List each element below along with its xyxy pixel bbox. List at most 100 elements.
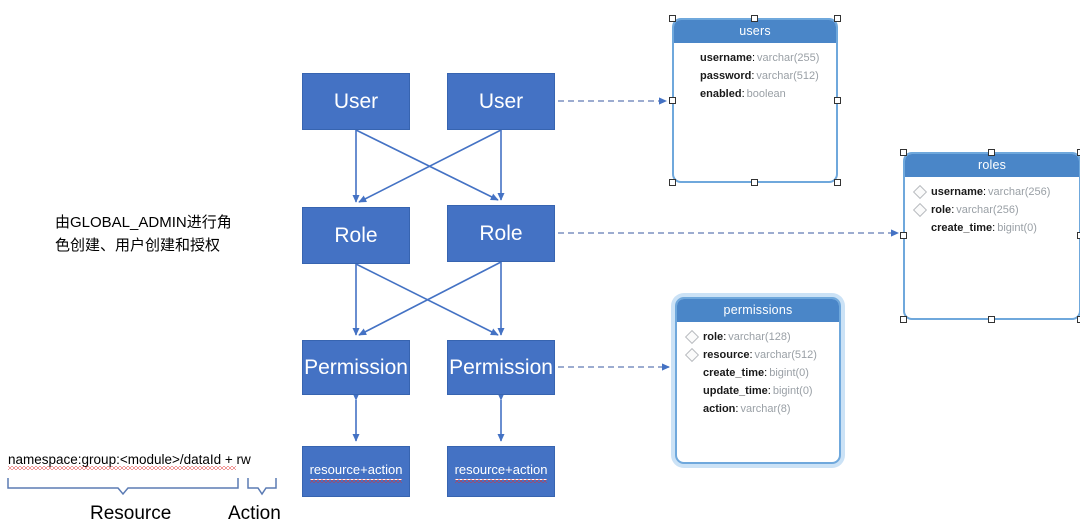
selection-handle-nw[interactable] bbox=[669, 15, 676, 22]
index-key-icon bbox=[913, 221, 927, 235]
selection-handle-e[interactable] bbox=[834, 97, 841, 104]
resource-pattern-value: namespace:group:<module>/dataId + rw bbox=[8, 452, 251, 467]
column-separator: : bbox=[982, 186, 987, 198]
db-column-row: action : varchar(8) bbox=[677, 400, 839, 418]
db-table-users[interactable]: users username : varchar(255) password :… bbox=[672, 18, 838, 183]
db-table-permissions[interactable]: permissions role : varchar(128) resource… bbox=[675, 297, 841, 464]
selection-handle-n[interactable] bbox=[751, 15, 758, 22]
column-separator: : bbox=[767, 385, 771, 397]
column-type: varchar(8) bbox=[740, 403, 791, 415]
action-brace-label: Action bbox=[228, 503, 281, 524]
column-name: resource bbox=[703, 349, 750, 361]
flow-box-label: resource+action bbox=[454, 463, 548, 483]
resource-brace-label: Resource bbox=[90, 503, 172, 524]
column-name: create_time bbox=[931, 222, 993, 234]
index-key-icon bbox=[682, 69, 696, 83]
column-separator: : bbox=[741, 88, 745, 100]
flow-box-label: Permission bbox=[449, 355, 553, 379]
selection-handle-ne[interactable] bbox=[834, 15, 841, 22]
index-key-icon bbox=[684, 347, 700, 363]
column-separator: : bbox=[723, 331, 727, 343]
selection-handle-w[interactable] bbox=[900, 232, 907, 239]
column-separator: : bbox=[992, 222, 996, 234]
selection-handle-n[interactable] bbox=[988, 149, 995, 156]
column-separator: : bbox=[735, 403, 739, 415]
column-type: varchar(512) bbox=[756, 70, 819, 82]
flow-box-resource-action-right[interactable]: resource+action bbox=[447, 446, 555, 497]
column-name: username bbox=[700, 52, 752, 64]
db-column-row: role : varchar(128) bbox=[677, 328, 839, 346]
db-column-row: enabled : boolean bbox=[674, 85, 836, 103]
diagram-canvas: User User Role Role Permission Permissio… bbox=[0, 0, 1080, 531]
column-type: varchar(512) bbox=[754, 349, 817, 361]
selection-handle-se[interactable] bbox=[834, 179, 841, 186]
column-name: action bbox=[703, 403, 736, 415]
column-name: update_time bbox=[703, 385, 768, 397]
flow-box-label: User bbox=[333, 89, 379, 113]
flow-box-label: Permission bbox=[304, 355, 408, 379]
column-type: varchar(255) bbox=[757, 52, 820, 64]
flow-box-role-right[interactable]: Role bbox=[447, 205, 555, 262]
column-separator: : bbox=[764, 367, 768, 379]
db-table-columns: role : varchar(128) resource : varchar(5… bbox=[677, 322, 839, 418]
column-type: bigint(0) bbox=[769, 367, 809, 379]
resource-brace bbox=[7, 478, 239, 496]
db-table-title: roles bbox=[905, 154, 1079, 177]
db-column-row: create_time : bigint(0) bbox=[905, 219, 1079, 237]
flow-box-permission-left[interactable]: Permission bbox=[302, 340, 410, 395]
selection-handle-s[interactable] bbox=[751, 179, 758, 186]
index-key-icon bbox=[685, 384, 699, 398]
flow-box-user-left[interactable]: User bbox=[302, 73, 410, 130]
spellcheck-underline bbox=[8, 466, 236, 470]
flow-box-resource-action-left[interactable]: resource+action bbox=[302, 446, 410, 497]
index-key-icon bbox=[685, 366, 699, 380]
db-table-columns: username : varchar(256) role : varchar(2… bbox=[905, 177, 1079, 237]
edge-user-left-to-role-right bbox=[355, 129, 499, 201]
db-column-row: username : varchar(256) bbox=[905, 183, 1079, 201]
selection-handle-s[interactable] bbox=[988, 316, 995, 323]
flow-box-label: Role bbox=[334, 223, 378, 247]
db-column-row: role : varchar(256) bbox=[905, 201, 1079, 219]
column-name: create_time bbox=[703, 367, 765, 379]
column-type: varchar(256) bbox=[956, 204, 1019, 216]
column-name: role bbox=[703, 331, 724, 343]
column-type: varchar(256) bbox=[988, 186, 1051, 198]
db-column-row: password : varchar(512) bbox=[674, 67, 836, 85]
index-key-icon bbox=[685, 402, 699, 416]
index-key-icon bbox=[684, 329, 700, 345]
flow-box-label: Role bbox=[479, 221, 523, 245]
column-name: role bbox=[931, 204, 952, 216]
column-name: enabled bbox=[700, 88, 742, 100]
column-separator: : bbox=[751, 70, 755, 82]
resource-pattern-text: namespace:group:<module>/dataId + rw bbox=[8, 452, 251, 470]
index-key-icon bbox=[682, 87, 696, 101]
flow-box-user-right[interactable]: User bbox=[447, 73, 555, 130]
column-name: username bbox=[931, 186, 983, 198]
db-column-row: update_time : bigint(0) bbox=[677, 382, 839, 400]
column-type: bigint(0) bbox=[997, 222, 1037, 234]
index-key-icon bbox=[912, 184, 928, 200]
column-type: bigint(0) bbox=[772, 385, 813, 397]
index-key-icon bbox=[912, 202, 928, 218]
selection-handle-sw[interactable] bbox=[669, 179, 676, 186]
column-separator: : bbox=[751, 52, 756, 64]
flow-box-role-left[interactable]: Role bbox=[302, 207, 410, 264]
brace-group bbox=[7, 478, 277, 496]
selection-handle-w[interactable] bbox=[669, 97, 676, 104]
db-column-row: create_time : bigint(0) bbox=[677, 364, 839, 382]
flow-box-permission-right[interactable]: Permission bbox=[447, 340, 555, 395]
db-table-title: permissions bbox=[677, 299, 839, 322]
db-table-title: users bbox=[674, 20, 836, 43]
column-type: varchar(128) bbox=[728, 331, 791, 343]
index-key-icon bbox=[682, 51, 696, 65]
flow-box-label: User bbox=[478, 89, 524, 113]
edge-role-right-to-perm-left bbox=[358, 261, 502, 336]
db-column-row: username : varchar(255) bbox=[674, 49, 836, 67]
db-table-roles[interactable]: roles username : varchar(256) role : var… bbox=[903, 152, 1080, 320]
selection-handle-nw[interactable] bbox=[900, 149, 907, 156]
selection-handle-sw[interactable] bbox=[900, 316, 907, 323]
column-separator: : bbox=[951, 204, 955, 216]
db-table-columns: username : varchar(255) password : varch… bbox=[674, 43, 836, 103]
db-column-row: resource : varchar(512) bbox=[677, 346, 839, 364]
action-brace bbox=[247, 478, 277, 496]
